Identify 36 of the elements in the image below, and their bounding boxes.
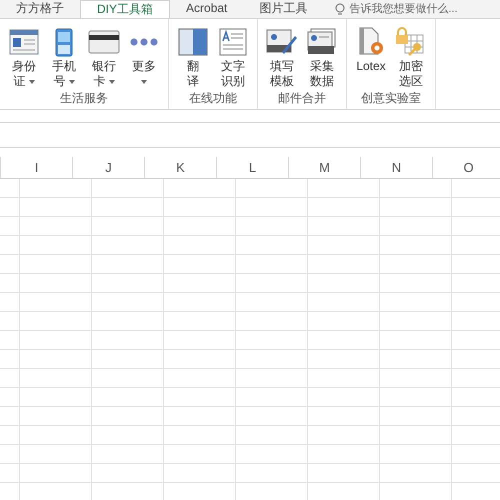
column-header[interactable]: N — [361, 157, 433, 178]
group-label: 创意实验室 — [361, 90, 421, 107]
lightbulb-icon — [335, 2, 346, 16]
column-header[interactable]: I — [1, 157, 73, 178]
group-label: 生活服务 — [60, 90, 108, 107]
ribbon-button[interactable]: 银行 卡 — [84, 23, 124, 89]
group-label: 邮件合并 — [278, 90, 326, 107]
ribbon-button[interactable]: 填写 模板 — [262, 23, 302, 89]
ribbon-tab[interactable]: Acrobat — [170, 0, 244, 18]
ribbon-button[interactable]: 更多 — [124, 23, 164, 89]
phone-icon — [54, 27, 74, 57]
form-pen-icon — [266, 28, 298, 56]
ribbon-tab[interactable]: DIY工具箱 — [80, 0, 170, 18]
group-label: 在线功能 — [189, 90, 237, 107]
ribbon-button[interactable]: 身份 证 — [4, 23, 44, 89]
id-card-icon — [9, 28, 39, 56]
bank-card-icon — [88, 30, 120, 54]
ribbon-tab[interactable]: 图片工具 — [243, 0, 324, 18]
cards-stack-icon — [307, 28, 337, 56]
ribbon-button[interactable]: 加密 选区 — [391, 23, 431, 89]
ribbon-button[interactable]: 采集 数据 — [302, 23, 342, 89]
ribbon-button[interactable]: 翻 译 — [173, 23, 213, 89]
column-header[interactable]: M — [289, 157, 361, 178]
ribbon-button[interactable]: 手机 号 — [44, 23, 84, 89]
column-header[interactable]: J — [73, 157, 145, 178]
column-header[interactable]: L — [217, 157, 289, 178]
ribbon-button[interactable]: 文字 识别 — [213, 23, 253, 89]
more-icon — [130, 38, 158, 46]
ribbon-tab[interactable]: 方方格子 — [0, 0, 80, 18]
split-panel-icon — [178, 28, 208, 56]
ribbon-button[interactable]: Lotex — [351, 23, 391, 74]
column-header[interactable]: K — [145, 157, 217, 178]
document-text-icon — [219, 28, 247, 56]
formula-bar[interactable] — [0, 122, 500, 148]
column-header[interactable]: O — [433, 157, 500, 178]
search-field[interactable]: 告诉我您想要做什么... — [349, 0, 458, 18]
